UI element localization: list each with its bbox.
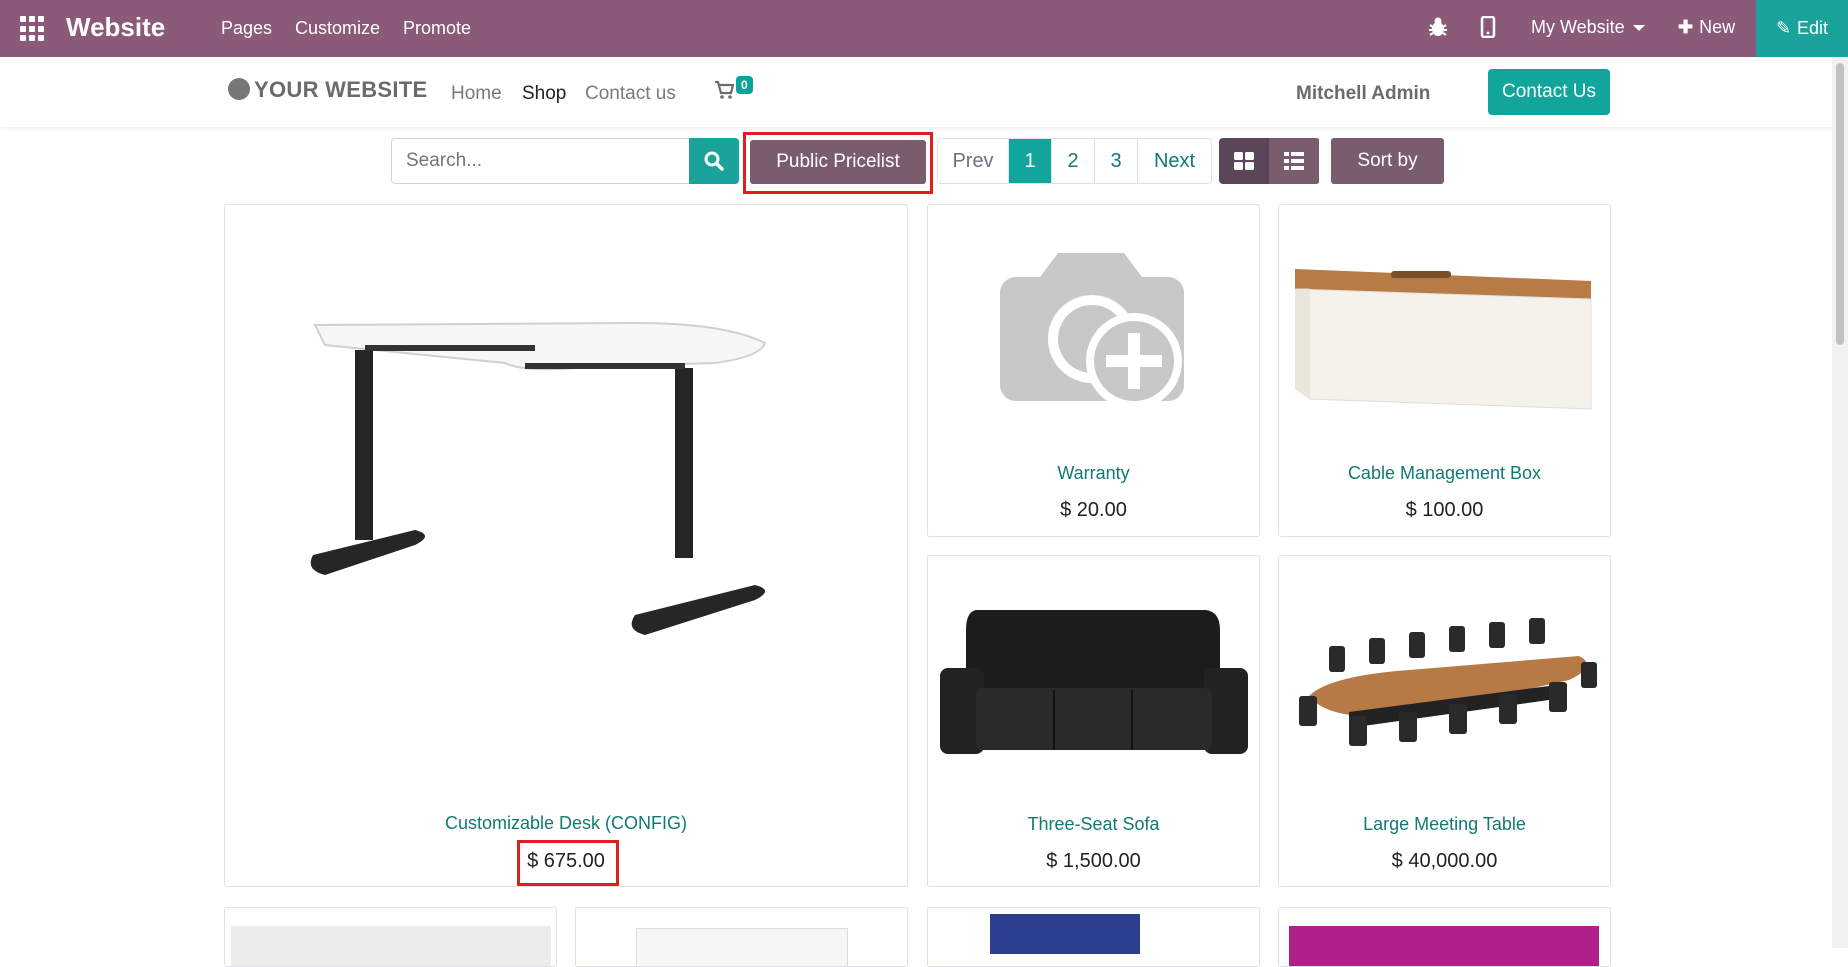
- product-card-partial-1[interactable]: [224, 907, 557, 967]
- nav-link-home[interactable]: Home: [451, 83, 502, 105]
- pencil-icon: ✎: [1775, 18, 1792, 38]
- shopping-cart-icon: [714, 80, 735, 105]
- pager-page-2[interactable]: 2: [1051, 139, 1094, 183]
- product-card-partial-4[interactable]: [1278, 907, 1611, 967]
- contact-us-button[interactable]: Contact Us: [1488, 69, 1610, 115]
- user-name: Mitchell Admin: [1296, 83, 1431, 104]
- product-price: $ 100.00: [1405, 499, 1484, 521]
- edit-button[interactable]: ✎ Edit: [1756, 0, 1848, 57]
- product-card-partial-2[interactable]: [575, 907, 908, 967]
- product-image-meeting-table: [1299, 618, 1597, 746]
- plus-icon: ✚: [1678, 17, 1694, 37]
- product-name[interactable]: Customizable Desk (CONFIG): [225, 813, 907, 834]
- menu-pages[interactable]: Pages: [221, 18, 272, 39]
- pricelist-highlight-box: [743, 132, 933, 194]
- cart-button[interactable]: 0: [714, 76, 753, 108]
- camera-placeholder-icon: [1000, 253, 1184, 409]
- pager-page-1[interactable]: 1: [1008, 139, 1051, 183]
- product-name[interactable]: Cable Management Box: [1279, 463, 1610, 484]
- product-card-three-seat-sofa[interactable]: Three-Seat Sofa $ 1,500.00: [927, 555, 1260, 887]
- product-image-partial: [990, 914, 1140, 954]
- product-card-large-meeting-table[interactable]: Large Meeting Table $ 40,000.00: [1278, 555, 1611, 887]
- cart-count-badge: 0: [736, 76, 753, 94]
- nav-link-shop[interactable]: Shop: [522, 83, 566, 105]
- product-image-cable-box: [1294, 269, 1592, 410]
- sort-by-dropdown[interactable]: Sort by: [1331, 138, 1444, 184]
- pager-prev[interactable]: Prev: [938, 139, 1008, 183]
- product-card-customizable-desk[interactable]: Customizable Desk (CONFIG) $ 675.00: [224, 204, 908, 887]
- page-scrollbar[interactable]: [1832, 57, 1848, 948]
- logo-text: YOUR WEBSITE: [254, 77, 428, 102]
- apps-menu-icon[interactable]: [20, 16, 46, 42]
- my-website-dropdown[interactable]: My Website: [1531, 17, 1645, 38]
- grid-view-button[interactable]: [1219, 138, 1269, 184]
- grid-icon: [1234, 152, 1254, 170]
- view-toggle: [1219, 138, 1320, 184]
- menu-promote[interactable]: Promote: [403, 18, 471, 39]
- nav-link-contact[interactable]: Contact us: [585, 83, 676, 105]
- caret-down-icon: [1632, 25, 1645, 32]
- product-price: $ 40,000.00: [1391, 850, 1498, 872]
- my-website-label: My Website: [1531, 17, 1625, 37]
- pager-page-3[interactable]: 3: [1094, 139, 1137, 183]
- search-input[interactable]: [391, 138, 739, 184]
- price-highlight-box: [517, 840, 619, 886]
- product-card-warranty[interactable]: Warranty $ 20.00: [927, 204, 1260, 537]
- list-icon: [1284, 152, 1304, 170]
- product-name[interactable]: Three-Seat Sofa: [928, 814, 1259, 835]
- product-name[interactable]: Large Meeting Table: [1279, 814, 1610, 835]
- mobile-preview-icon[interactable]: [1480, 15, 1496, 43]
- admin-top-bar: Website Pages Customize Promote My Websi…: [0, 0, 1848, 57]
- product-card-partial-3[interactable]: [927, 907, 1260, 967]
- product-image-partial: [231, 926, 551, 966]
- new-button[interactable]: ✚ New: [1678, 17, 1735, 38]
- list-view-button[interactable]: [1269, 138, 1319, 184]
- product-price: $ 20.00: [1060, 499, 1127, 521]
- bug-icon[interactable]: [1428, 16, 1448, 43]
- sort-by-label: Sort by: [1357, 150, 1418, 171]
- product-card-cable-management-box[interactable]: Cable Management Box $ 100.00: [1278, 204, 1611, 537]
- search-icon: [704, 151, 724, 171]
- user-menu[interactable]: Mitchell Admin: [1296, 83, 1430, 105]
- product-name[interactable]: Warranty: [928, 463, 1259, 484]
- edit-label: Edit: [1797, 18, 1829, 38]
- search-button[interactable]: [689, 138, 739, 184]
- menu-customize[interactable]: Customize: [295, 18, 380, 39]
- pagination: Prev 1 2 3 Next: [937, 138, 1212, 184]
- product-price: $ 1,500.00: [1046, 850, 1141, 872]
- product-image-desk: [310, 321, 767, 635]
- scrollbar-thumb[interactable]: [1836, 63, 1844, 345]
- globe-icon: [228, 78, 250, 100]
- website-logo[interactable]: YOUR WEBSITE: [228, 77, 428, 109]
- new-label: New: [1699, 17, 1736, 37]
- app-title[interactable]: Website: [66, 12, 165, 43]
- pager-next[interactable]: Next: [1137, 139, 1211, 183]
- product-image-partial: [1289, 926, 1599, 966]
- product-image-sofa: [940, 610, 1248, 754]
